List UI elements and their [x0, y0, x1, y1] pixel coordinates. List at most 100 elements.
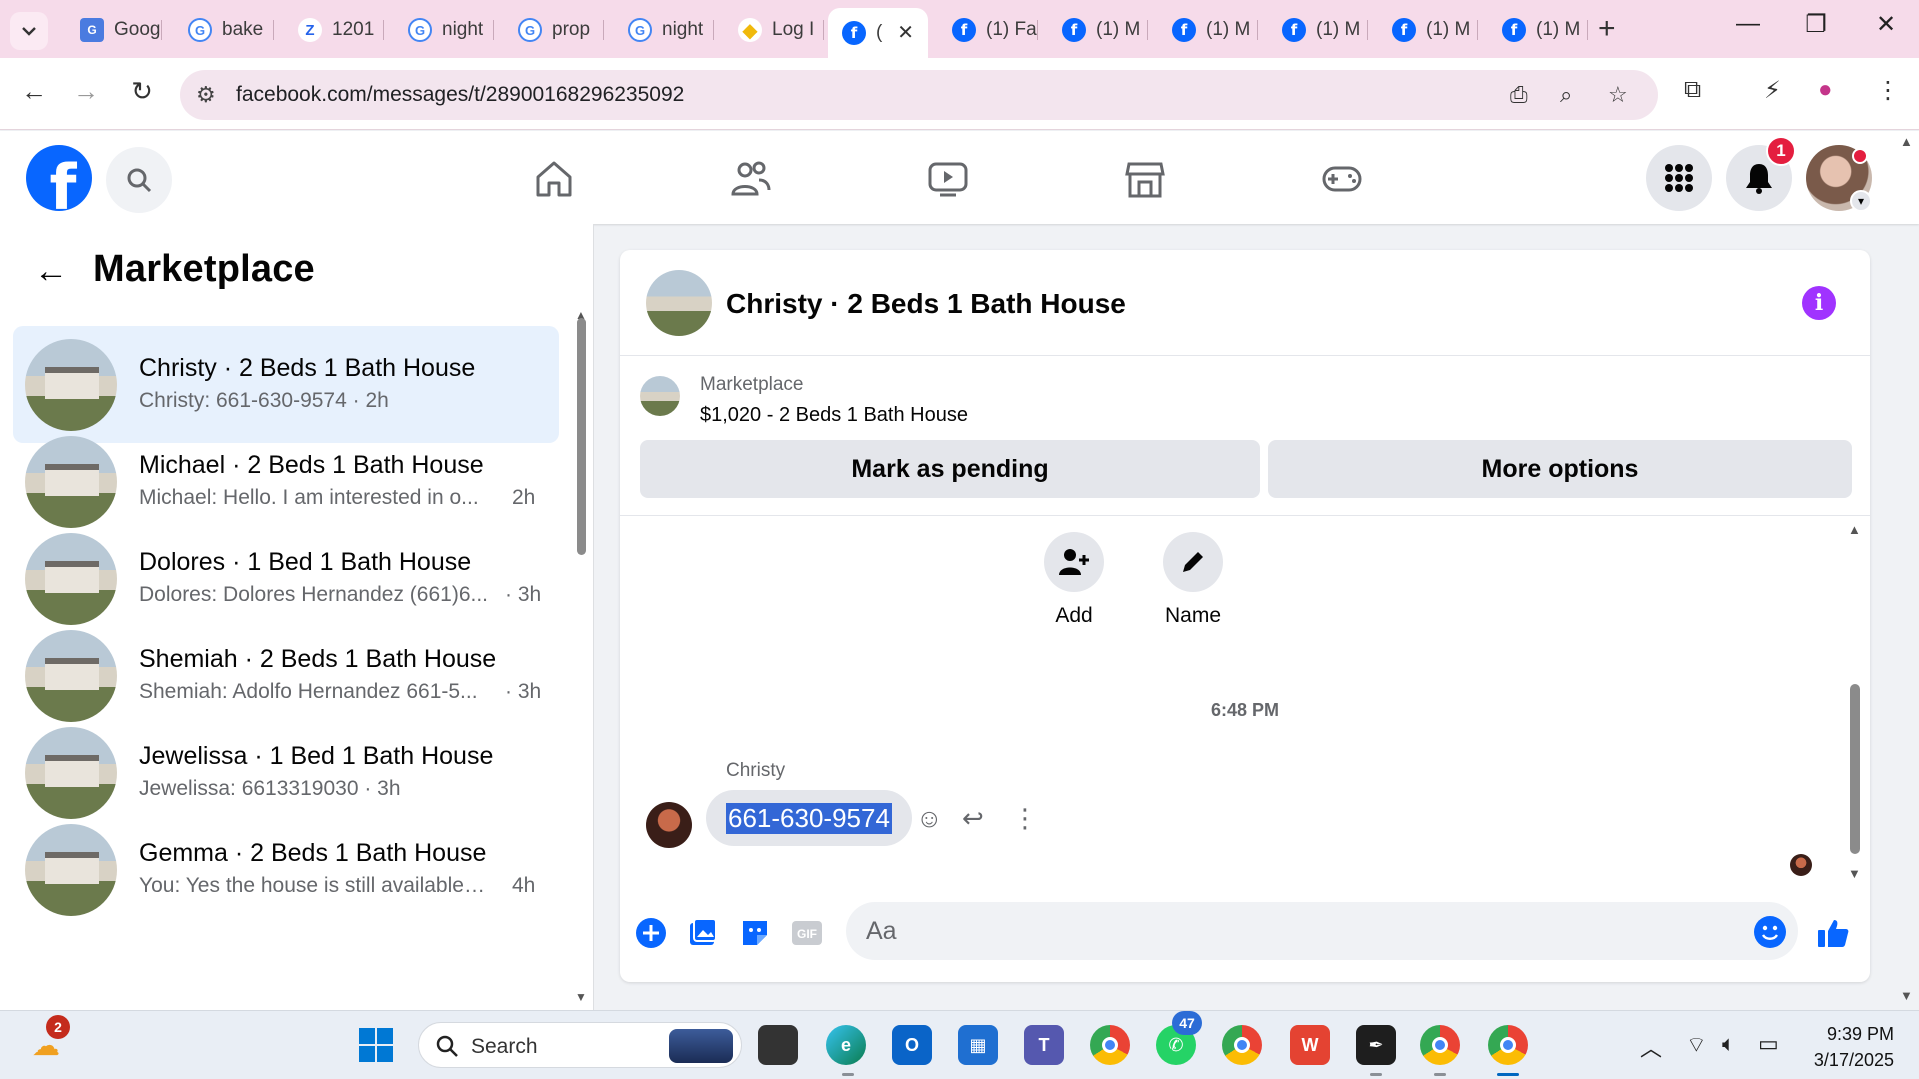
browser-tab[interactable]: G Goog: [66, 8, 162, 52]
restore-button[interactable]: ❐: [1796, 10, 1836, 39]
browser-tab[interactable]: f (1) M: [1488, 8, 1588, 52]
name-chat-action[interactable]: Name: [1133, 532, 1253, 628]
microsoft-store-icon[interactable]: ▦: [958, 1025, 998, 1065]
browser-tab[interactable]: Gnight: [394, 8, 494, 52]
listing-thumbnail[interactable]: [640, 376, 680, 416]
more-options-button[interactable]: More options: [1268, 440, 1852, 498]
wps-office-icon[interactable]: W: [1290, 1025, 1330, 1065]
browser-tab[interactable]: f (1) M: [1268, 8, 1368, 52]
message-input[interactable]: [866, 914, 1726, 948]
page-scroll-up-arrow[interactable]: ▲: [1900, 134, 1913, 149]
task-view-icon[interactable]: [758, 1025, 798, 1065]
nav-home[interactable]: [524, 149, 584, 209]
system-clock[interactable]: 9:39 PM 3/17/2025: [1804, 1021, 1894, 1073]
pen-app-icon[interactable]: ✒: [1356, 1025, 1396, 1065]
browser-tab[interactable]: Z 1201: [284, 8, 384, 52]
bookmark-star-icon[interactable]: ☆: [1608, 82, 1628, 108]
close-window-button[interactable]: ✕: [1866, 10, 1906, 39]
teams-icon[interactable]: T: [1024, 1025, 1064, 1065]
chat-scroll-down-arrow[interactable]: ▼: [1848, 866, 1861, 881]
back-button[interactable]: ←: [16, 76, 52, 107]
forward-button[interactable]: →: [68, 76, 104, 107]
profile-icon[interactable]: ●: [1818, 76, 1833, 104]
windows-start-icon[interactable]: [356, 1025, 396, 1065]
address-bar[interactable]: ⚙ facebook.com/messages/t/28900168296235…: [180, 70, 1658, 120]
browser-tab[interactable]: f (1) M: [1158, 8, 1258, 52]
facebook-logo[interactable]: f: [26, 145, 92, 211]
install-app-icon[interactable]: ⎙: [1510, 82, 1528, 108]
browser-tab[interactable]: f (1) Fa: [938, 8, 1038, 52]
close-tab-icon[interactable]: ✕: [897, 20, 914, 45]
list-scroll-down-arrow[interactable]: ▼: [575, 990, 587, 1004]
page-scroll-down-arrow[interactable]: ▼: [1900, 988, 1913, 1003]
url-text[interactable]: facebook.com/messages/t/2890016829623509…: [236, 83, 684, 107]
google-icon: G: [628, 18, 652, 42]
browser-tab[interactable]: f (1) M: [1378, 8, 1478, 52]
nav-friends[interactable]: [721, 149, 781, 209]
gif-icon[interactable]: GIF: [790, 916, 824, 950]
chat-panel: Christy · 2 Beds 1 Bath House i Marketpl…: [620, 250, 1870, 982]
browser-tab[interactable]: Gprop: [504, 8, 604, 52]
wifi-icon[interactable]: ⌔: [1686, 1031, 1707, 1059]
conversation-item[interactable]: Gemma · 2 Beds 1 Bath House You: Yes the …: [13, 811, 559, 928]
chat-scrollbar[interactable]: [1850, 684, 1860, 854]
tab-label: (1) M: [1426, 19, 1471, 40]
browser-tab[interactable]: Gnight: [614, 8, 714, 52]
nav-gaming[interactable]: [1312, 149, 1372, 209]
taskbar-search[interactable]: Search: [418, 1022, 742, 1068]
chat-title[interactable]: Christy · 2 Beds 1 Bath House: [726, 288, 1126, 320]
volume-icon[interactable]: 🔈︎: [1722, 1031, 1735, 1057]
site-settings-icon[interactable]: ⚙: [196, 82, 216, 108]
battery-icon[interactable]: ▭: [1758, 1031, 1779, 1057]
tab-separator: [383, 20, 384, 40]
chat-listing-avatar[interactable]: [646, 270, 712, 336]
nav-marketplace[interactable]: [1115, 149, 1175, 209]
list-scrollbar[interactable]: [577, 318, 586, 555]
like-thumbs-up-icon[interactable]: [1816, 916, 1850, 950]
chat-scroll-up-arrow[interactable]: ▲: [1848, 522, 1861, 537]
emoji-picker-icon[interactable]: [1754, 916, 1786, 948]
react-emoji-icon[interactable]: ☺: [916, 803, 943, 834]
chrome-profile-3-icon[interactable]: [1488, 1025, 1528, 1065]
tab-search-button[interactable]: [10, 12, 48, 50]
back-arrow-icon[interactable]: ←: [34, 252, 68, 291]
chevron-down-icon[interactable]: ▾: [1850, 190, 1872, 212]
message-bubble[interactable]: 661-630-9574: [706, 790, 912, 846]
menu-icon[interactable]: ⋮: [1876, 76, 1900, 105]
more-actions-icon[interactable]: ⋮: [1012, 803, 1038, 834]
zoom-icon[interactable]: ⌕: [1560, 82, 1572, 108]
performance-icon[interactable]: ⚡: [1764, 76, 1781, 105]
chrome-profile-2-icon[interactable]: [1420, 1025, 1460, 1065]
sender-avatar[interactable]: [646, 802, 692, 848]
tab-active-facebook[interactable]: f ( ✕: [828, 8, 928, 58]
outlook-icon[interactable]: O: [892, 1025, 932, 1065]
nav-video[interactable]: [918, 149, 978, 209]
sticker-icon[interactable]: [738, 916, 772, 950]
edge-browser-icon[interactable]: e: [826, 1025, 866, 1065]
browser-tab[interactable]: ◆ Log I: [724, 8, 824, 52]
mark-as-pending-button[interactable]: Mark as pending: [640, 440, 1260, 498]
new-tab-button[interactable]: +: [1598, 12, 1616, 46]
extensions-icon[interactable]: ⧉: [1684, 76, 1701, 104]
message-composer[interactable]: [846, 902, 1798, 960]
reload-button[interactable]: ↻: [124, 76, 160, 107]
windows-taskbar: ☁ 2 Search e O ▦ T ✆ 47 W ✒ ︿ ⌔ 🔈︎ ▭ 9:3…: [0, 1010, 1919, 1079]
message-text[interactable]: 661-630-9574: [726, 802, 892, 834]
reply-icon[interactable]: ↩: [962, 803, 984, 834]
facebook-search-button[interactable]: [106, 147, 172, 213]
add-people-action[interactable]: Add: [1014, 532, 1134, 628]
chrome-profile-icon[interactable]: [1222, 1025, 1262, 1065]
listing-title[interactable]: $1,020 - 2 Beds 1 Bath House: [700, 404, 968, 427]
running-indicator: [1370, 1073, 1382, 1076]
tab-separator: [1477, 20, 1478, 40]
chrome-icon[interactable]: [1090, 1025, 1130, 1065]
minimize-button[interactable]: —: [1728, 10, 1768, 38]
show-hidden-icons-icon[interactable]: ︿: [1640, 1031, 1662, 1063]
info-icon[interactable]: i: [1802, 286, 1836, 320]
attach-photo-icon[interactable]: [686, 916, 720, 950]
browser-tab[interactable]: f (1) M: [1048, 8, 1148, 52]
plus-actions-icon[interactable]: [634, 916, 668, 950]
tab-label: night: [662, 19, 704, 40]
menu-button[interactable]: [1646, 145, 1712, 211]
browser-tab[interactable]: Gbake: [174, 8, 274, 52]
